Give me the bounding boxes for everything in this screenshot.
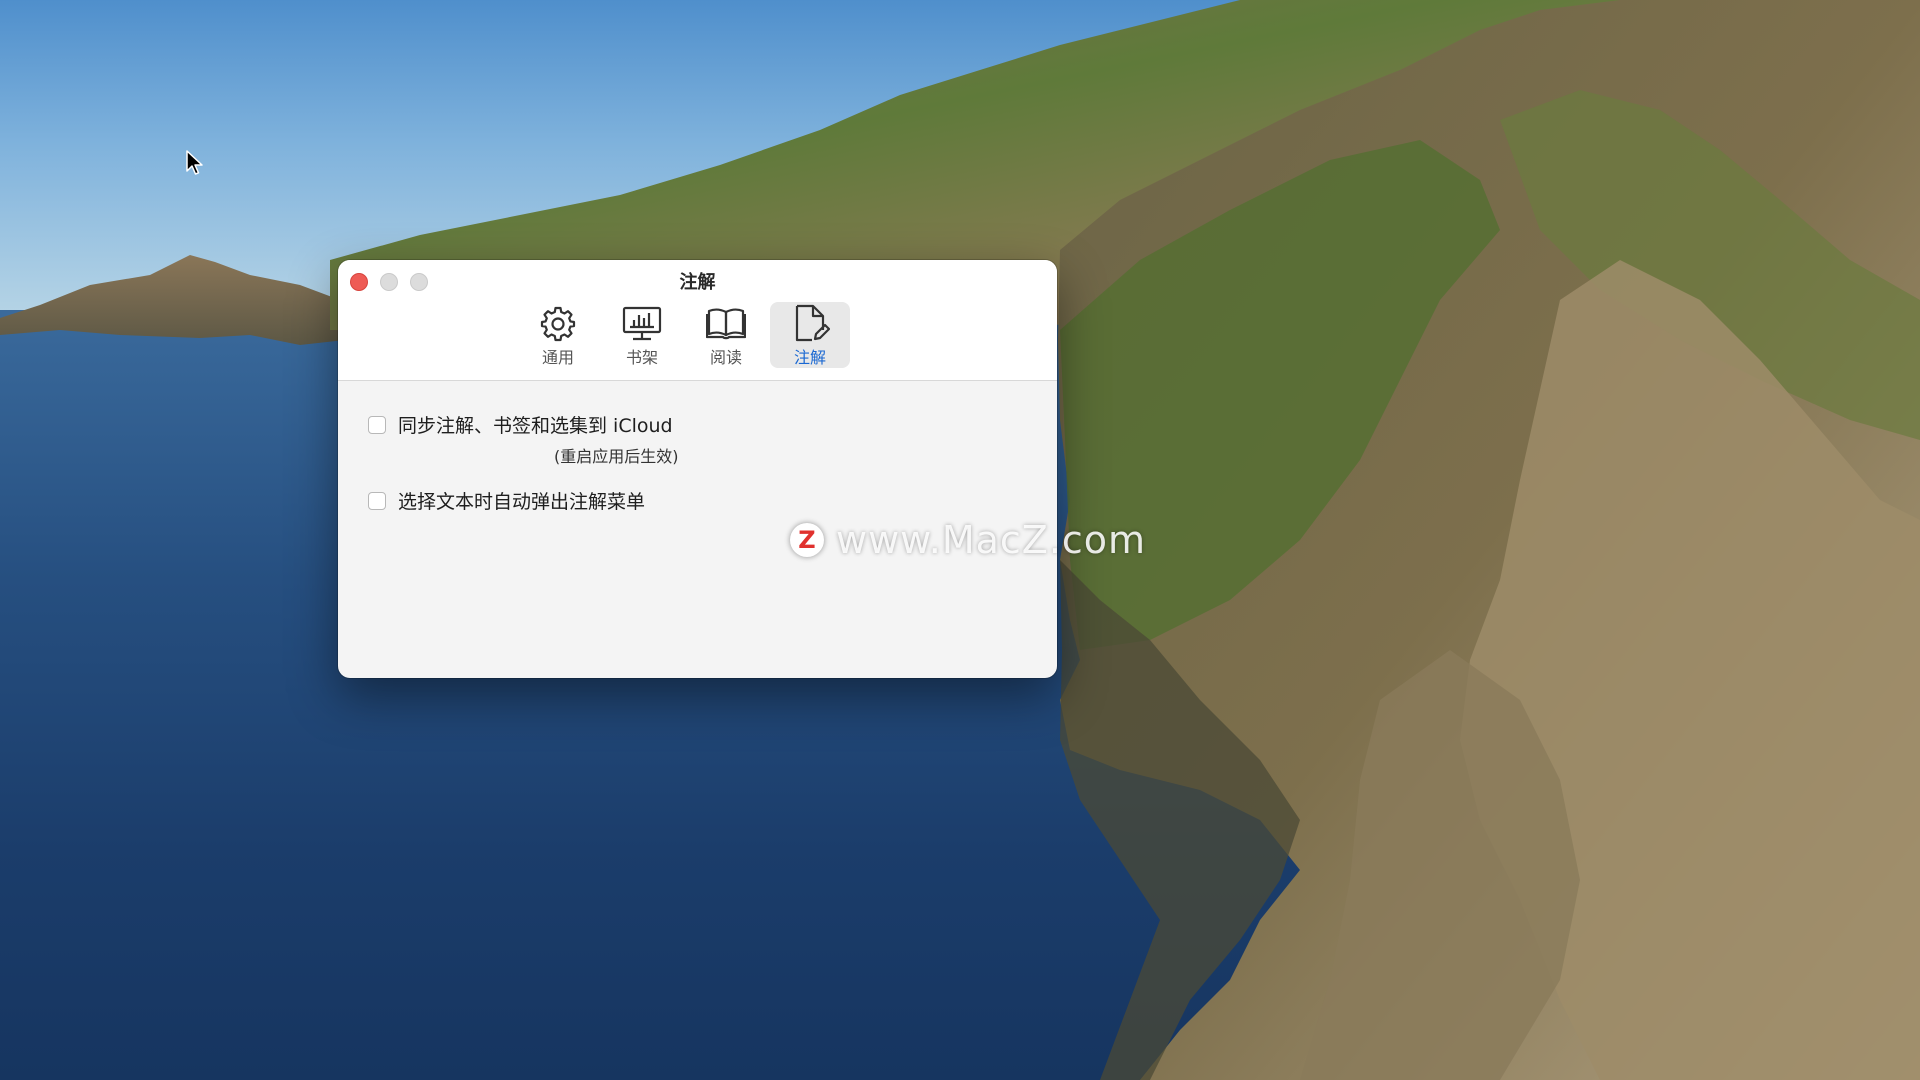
tab-annotations[interactable]: 注解: [770, 302, 850, 368]
watermark-logo-icon: Z: [790, 523, 824, 557]
tab-reading-label: 阅读: [709, 348, 742, 367]
tab-general-label: 通用: [541, 348, 574, 367]
watermark-text: www.MacZ.com: [836, 518, 1147, 562]
auto-popup-checkbox[interactable]: [368, 491, 386, 510]
restart-note: (重启应用后生效): [554, 447, 679, 466]
window-titlebar: 注解 通用 书架 阅读 注解: [338, 260, 1057, 381]
tab-reading[interactable]: 阅读: [686, 302, 766, 368]
open-book-icon: [706, 308, 746, 340]
bookshelf-icon: [622, 306, 662, 341]
sync-icloud-label: 同步注解、书签和选集到 iCloud: [398, 415, 673, 437]
auto-popup-label: 选择文本时自动弹出注解菜单: [398, 491, 646, 513]
tab-annotations-label: 注解: [793, 348, 826, 367]
tab-bookshelf[interactable]: 书架: [602, 302, 682, 368]
desktop: 注解 通用 书架 阅读 注解 同步注解、书签和选集到 iCloud (重启应用后…: [0, 0, 1920, 1080]
mouse-cursor-icon: [186, 150, 203, 175]
watermark: Z www.MacZ.com: [790, 518, 1146, 562]
tab-bookshelf-label: 书架: [625, 348, 658, 367]
gear-icon: [540, 306, 576, 342]
sync-icloud-option[interactable]: 同步注解、书签和选集到 iCloud: [368, 411, 673, 438]
annotate-document-icon: [795, 304, 830, 342]
preferences-toolbar: 通用 书架 阅读 注解: [518, 300, 878, 380]
tab-general[interactable]: 通用: [518, 302, 598, 368]
sync-icloud-checkbox[interactable]: [368, 415, 386, 434]
window-title: 注解: [679, 272, 716, 293]
preferences-window: 注解 通用 书架 阅读 注解 同步注解、书签和选集到 iCloud (重启应用后…: [338, 260, 1057, 678]
auto-popup-option[interactable]: 选择文本时自动弹出注解菜单: [368, 487, 645, 514]
